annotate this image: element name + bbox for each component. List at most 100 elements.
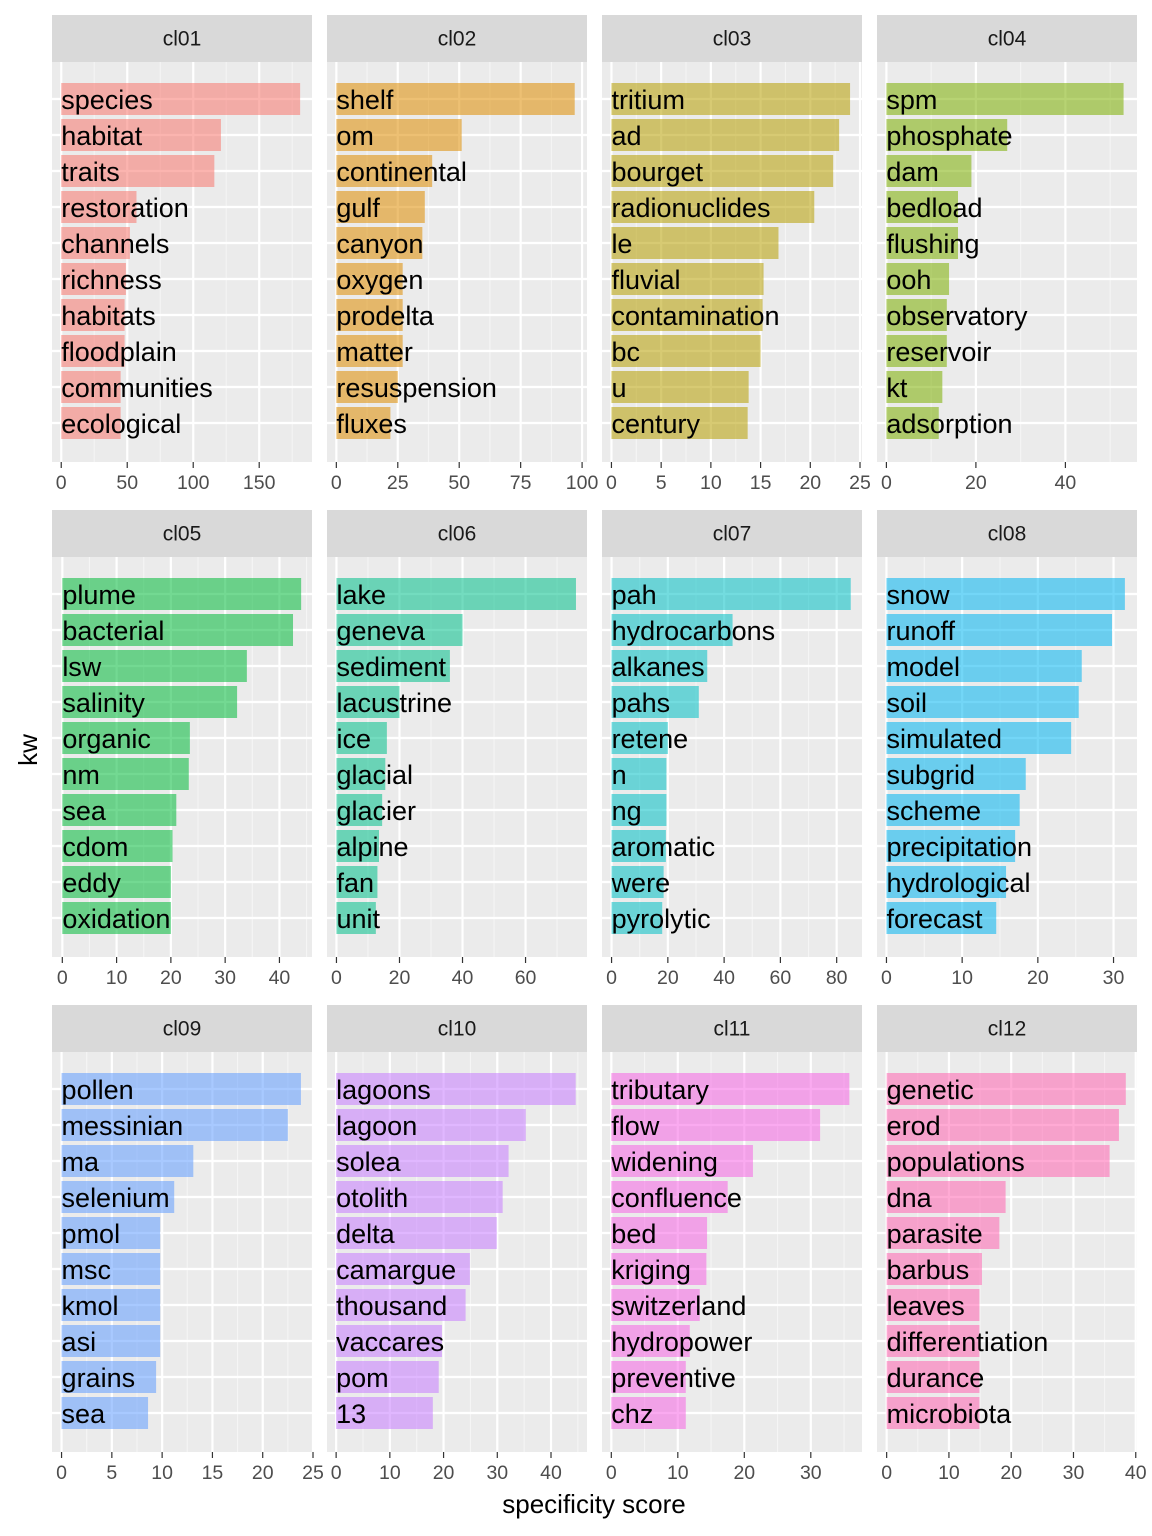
x-tick-label: 5 <box>656 472 667 494</box>
keyword-label: bedload <box>886 193 982 223</box>
keyword-label: runoff <box>886 616 955 646</box>
facet-label: cl06 <box>438 523 477 546</box>
keyword-label: leaves <box>887 1291 965 1321</box>
keyword-label: bourget <box>611 157 703 187</box>
keyword-label: sea <box>62 1399 107 1429</box>
keyword-label: adsorption <box>886 409 1012 439</box>
keyword-label: tritium <box>611 85 685 115</box>
keyword-label: asi <box>62 1327 97 1357</box>
x-tick-label: 0 <box>606 1462 617 1484</box>
keyword-label: populations <box>887 1147 1025 1177</box>
keyword-label: continental <box>336 157 467 187</box>
keyword-label: forecast <box>886 904 983 934</box>
keyword-label: scheme <box>886 796 981 826</box>
keyword-label: restoration <box>61 193 189 223</box>
keyword-label: kriging <box>611 1255 691 1285</box>
x-tick-label: 50 <box>448 472 470 494</box>
keyword-label: switzerland <box>611 1291 746 1321</box>
keyword-label: sea <box>62 796 107 826</box>
panel-cl05: cl05 plume bacterial lsw salinity organic nm se… <box>52 510 312 989</box>
keyword-label: lagoons <box>336 1075 431 1105</box>
keyword-label: barbus <box>887 1255 970 1285</box>
keyword-label: shelf <box>336 85 394 115</box>
facet-label: cl05 <box>163 523 202 546</box>
keyword-label: pom <box>336 1363 389 1393</box>
keyword-label: gulf <box>336 193 380 223</box>
keyword-label: century <box>611 409 700 439</box>
panel-cl06: cl06 lake geneva sediment lacustrine ice glaci… <box>327 510 587 989</box>
keyword-label: soil <box>886 688 927 718</box>
keyword-label: eddy <box>62 868 121 898</box>
x-tick-label: 40 <box>1055 472 1077 494</box>
keyword-label: pahs <box>612 688 671 718</box>
keyword-label: cdom <box>62 832 128 862</box>
facet-label: cl12 <box>988 1018 1027 1041</box>
x-tick-label: 20 <box>799 472 821 494</box>
x-tick-label: 50 <box>116 472 138 494</box>
keyword-label: observatory <box>886 301 1028 331</box>
keyword-label: dam <box>886 157 939 187</box>
x-tick-label: 0 <box>57 967 68 989</box>
keyword-label: contamination <box>611 301 779 331</box>
x-tick-label: 0 <box>56 472 67 494</box>
x-tick-label: 20 <box>965 472 987 494</box>
keyword-label: kt <box>886 373 908 403</box>
x-tick-label: 0 <box>56 1462 67 1484</box>
keyword-label: subgrid <box>886 760 975 790</box>
keyword-label: traits <box>61 157 120 187</box>
x-tick-label: 20 <box>1027 967 1049 989</box>
x-tick-label: 0 <box>331 967 342 989</box>
x-tick-label: 30 <box>1063 1462 1085 1484</box>
panel-cl07: cl07 pah hydrocarbons alkanes pahs retene n ng a… <box>602 510 862 989</box>
x-tick-label: 25 <box>387 472 409 494</box>
keyword-label: dna <box>887 1183 933 1213</box>
panel-cl03: cl03 tritium ad bourget radionuclides le fluvi… <box>602 15 871 494</box>
keyword-label: fan <box>336 868 374 898</box>
keyword-label: fluxes <box>336 409 407 439</box>
x-tick-label: 40 <box>540 1462 562 1484</box>
x-tick-label: 0 <box>331 472 342 494</box>
keyword-label: glacial <box>336 760 413 790</box>
keyword-label: widening <box>610 1147 718 1177</box>
x-tick-label: 30 <box>1103 967 1125 989</box>
keyword-label: hydropower <box>611 1327 752 1357</box>
keyword-label: spm <box>886 85 937 115</box>
keyword-label: delta <box>336 1219 396 1249</box>
keyword-label: ad <box>611 121 641 151</box>
keyword-label: kmol <box>62 1291 119 1321</box>
x-tick-label: 20 <box>433 1462 455 1484</box>
x-tick-label: 40 <box>713 967 735 989</box>
keyword-label: chz <box>611 1399 653 1429</box>
facet-label: cl11 <box>714 1018 751 1041</box>
x-tick-label: 0 <box>606 967 617 989</box>
keyword-label: n <box>612 760 627 790</box>
x-tick-label: 20 <box>252 1462 274 1484</box>
keyword-label: richness <box>61 265 162 295</box>
keyword-label: communities <box>61 373 213 403</box>
keyword-label: geneva <box>336 616 426 646</box>
x-tick-label: 0 <box>606 472 617 494</box>
facet-label: cl08 <box>988 523 1027 546</box>
bar-le <box>611 227 779 259</box>
x-tick-label: 80 <box>826 967 848 989</box>
panel-cl04: cl04 spm phosphate dam bedload flushing ooh obs… <box>877 15 1137 494</box>
keyword-label: plume <box>62 580 136 610</box>
x-tick-label: 0 <box>881 967 892 989</box>
panel-cl10: cl10 lagoons lagoon solea otolith delta camarg… <box>327 1005 587 1484</box>
panel-cl08: cl08 snow runoff model soil simulated subgrid s… <box>877 510 1137 989</box>
x-tick-label: 10 <box>106 967 128 989</box>
panel-cl12: cl12 genetic erod populations dna parasite bar… <box>877 1005 1147 1484</box>
facet-label: cl04 <box>988 28 1027 51</box>
x-tick-label: 20 <box>389 967 411 989</box>
x-tick-label: 100 <box>566 472 599 494</box>
keyword-label: bacterial <box>62 616 164 646</box>
keyword-label: lagoon <box>336 1111 417 1141</box>
keyword-label: confluence <box>611 1183 742 1213</box>
keyword-label: flushing <box>886 229 979 259</box>
keyword-label: oxidation <box>62 904 170 934</box>
x-tick-label: 20 <box>160 967 182 989</box>
keyword-label: fluvial <box>611 265 680 295</box>
panel-cl02: cl02 shelf om continental gulf canyon oxygen pr… <box>327 15 599 494</box>
x-tick-label: 25 <box>849 472 871 494</box>
keyword-label: canyon <box>336 229 423 259</box>
